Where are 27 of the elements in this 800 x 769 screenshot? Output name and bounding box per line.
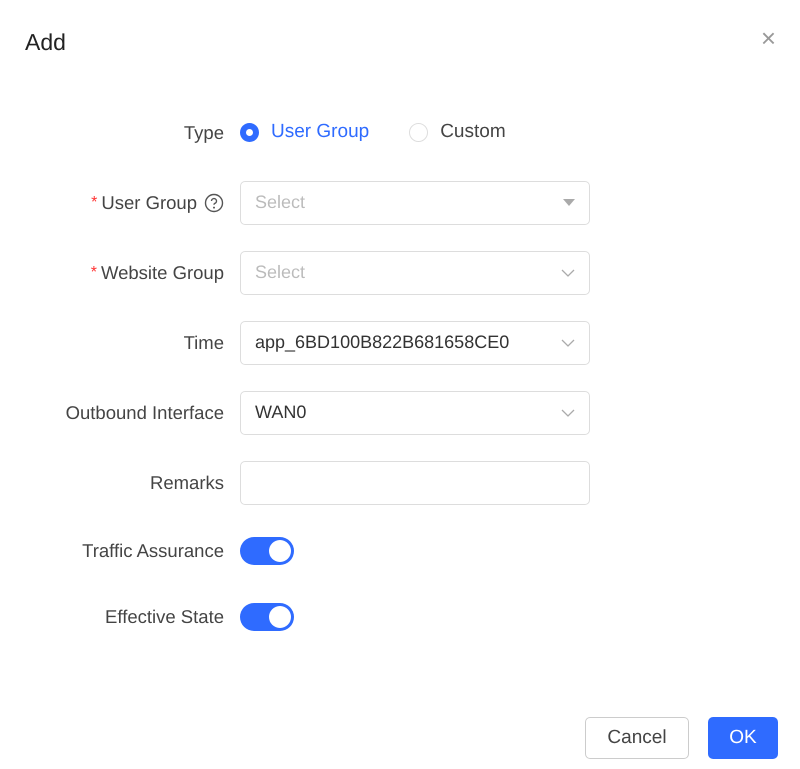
cancel-button[interactable]: Cancel — [585, 717, 689, 759]
caret-down-icon — [563, 199, 575, 206]
radio-icon — [240, 123, 259, 142]
select-field[interactable]: WAN0 — [240, 390, 590, 434]
radio-option[interactable]: Custom — [409, 118, 506, 147]
dialog-title: Add — [25, 28, 66, 57]
field-label: Website Group — [100, 260, 224, 285]
radio-option[interactable]: User Group — [240, 118, 370, 147]
field-label: User Group — [101, 190, 197, 215]
radio-icon — [409, 123, 428, 142]
chevron-down-icon — [561, 338, 575, 346]
required-asterisk: * — [90, 262, 97, 282]
select-field[interactable]: app_6BD100B822B681658CE0 — [240, 320, 590, 364]
required-asterisk: * — [91, 192, 98, 212]
remarks-input[interactable] — [240, 460, 590, 504]
chevron-down-icon — [561, 408, 575, 416]
toggle-switch[interactable] — [240, 602, 294, 630]
field-label: Remarks — [150, 470, 224, 495]
field-label: Traffic Assurance — [82, 538, 224, 563]
chevron-down-icon — [561, 268, 575, 276]
field-label: Type — [184, 120, 224, 145]
field-label: Outbound Interface — [66, 400, 224, 425]
ok-button[interactable]: OK — [708, 717, 778, 759]
field-label: Time — [184, 330, 224, 355]
toggle-switch[interactable] — [240, 536, 294, 564]
field-label: Effective State — [105, 604, 224, 629]
close-button[interactable]: × — [760, 25, 776, 51]
